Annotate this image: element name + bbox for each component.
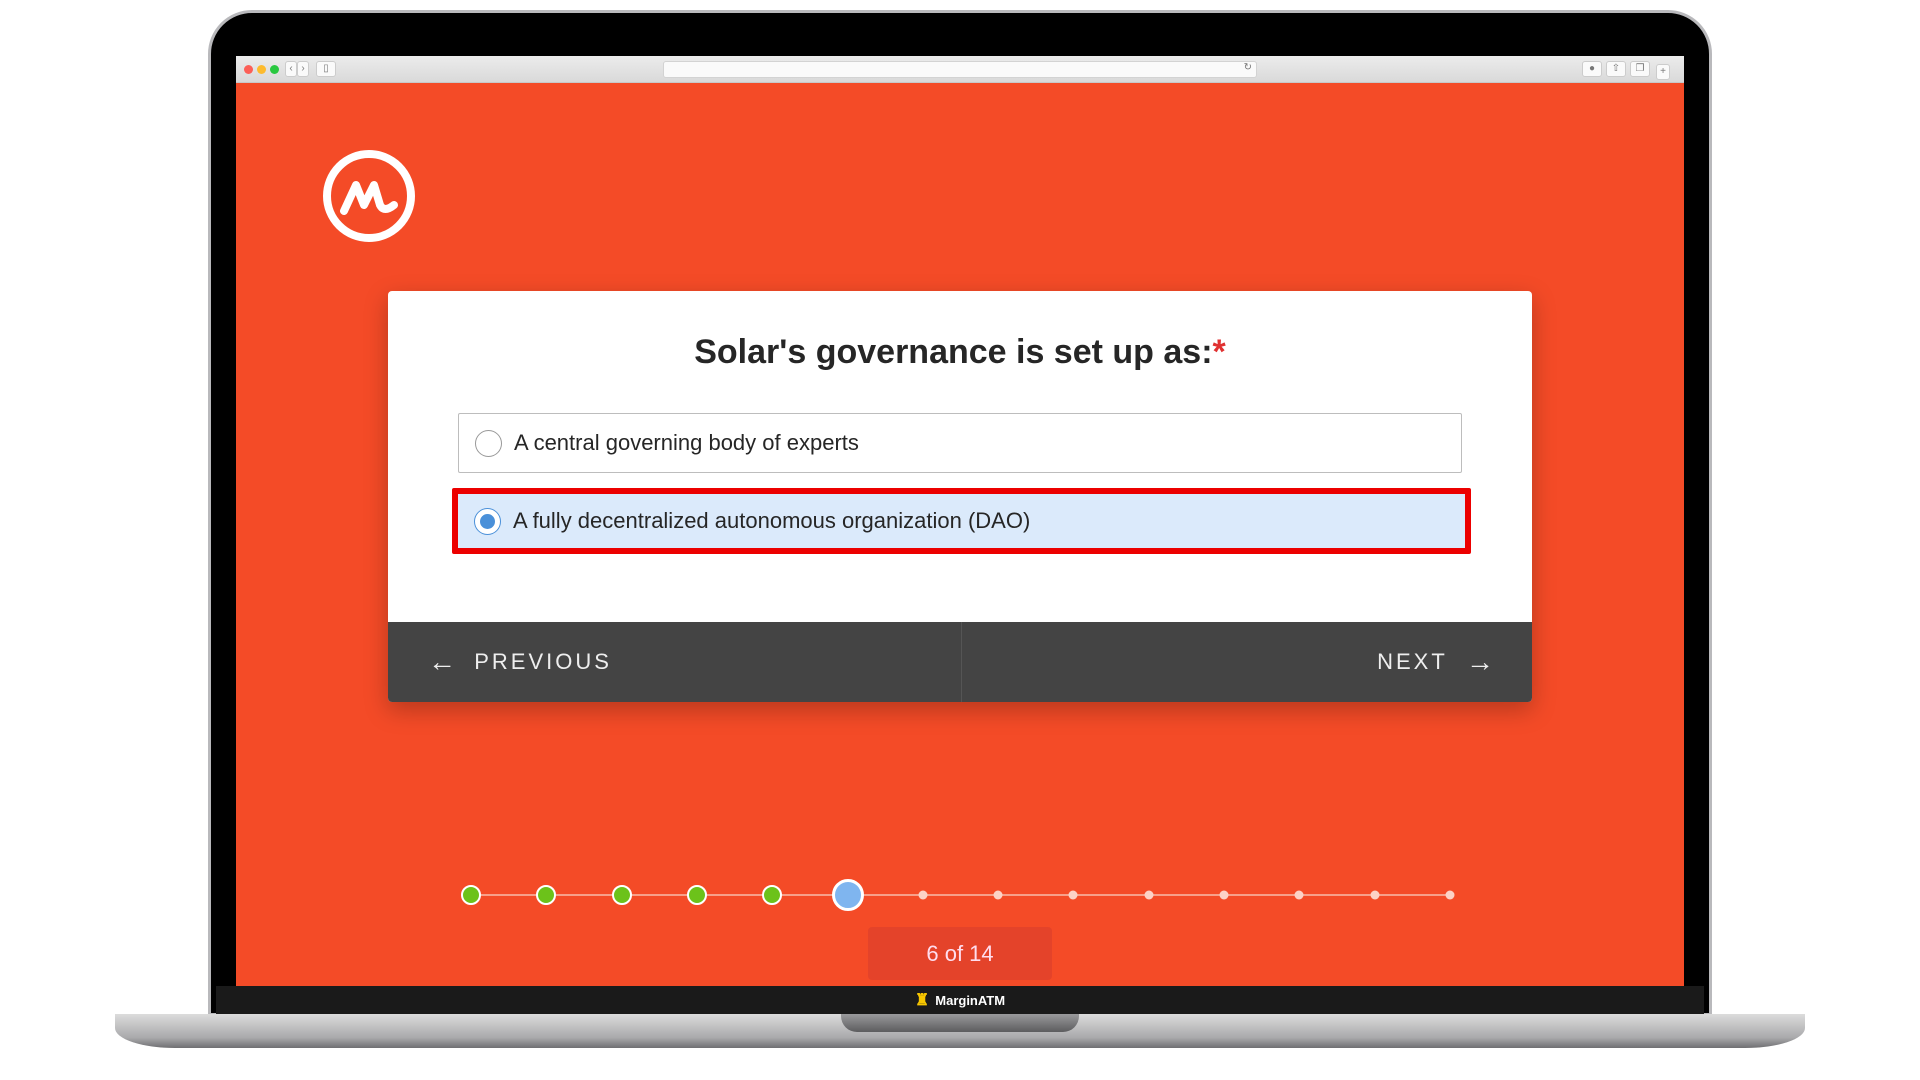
maximize-window-button[interactable] [270, 65, 279, 74]
previous-label: PREVIOUS [474, 649, 612, 674]
browser-toolbar: ‹ › ▯ ↻ ● ⇧ ❐ + [236, 56, 1684, 83]
card-footer: ← PREVIOUS NEXT → [388, 622, 1532, 702]
progress-step-completed[interactable] [461, 885, 481, 905]
radio-button-selected[interactable] [474, 507, 501, 535]
progress-step-pending[interactable] [993, 890, 1003, 900]
progress-step-current[interactable] [831, 879, 864, 911]
progress-step-completed[interactable] [762, 885, 783, 905]
laptop-notch [841, 1014, 1079, 1032]
progress-step-pending[interactable] [1294, 890, 1304, 900]
marginatm-icon: ♜ [914, 992, 930, 1009]
coinmarketcap-logo[interactable] [322, 149, 416, 243]
progress-step-completed[interactable] [611, 885, 632, 905]
previous-button[interactable]: ← PREVIOUS [388, 622, 962, 702]
new-tab-button[interactable]: + [1656, 64, 1670, 80]
option-label: A fully decentralized autonomous organiz… [513, 508, 1031, 533]
progress-counter: 6 of 14 [868, 927, 1052, 980]
progress-step-pending[interactable] [1370, 890, 1380, 900]
next-button[interactable]: NEXT → [962, 622, 1533, 702]
progress-step-pending[interactable] [918, 890, 928, 900]
forward-icon[interactable]: › [297, 61, 309, 77]
taskbar-label: MarginATM [935, 992, 1006, 1008]
tabs-icon[interactable]: ❐ [1630, 61, 1650, 77]
share-icon[interactable]: ⇧ [1606, 61, 1626, 77]
minimize-window-button[interactable] [257, 65, 266, 74]
arrow-left-icon: ← [428, 646, 456, 677]
arrow-right-icon: → [1466, 646, 1494, 677]
taskbar: ♜ MarginATM [216, 986, 1704, 1014]
required-mark: * [1212, 333, 1226, 371]
radio-button[interactable] [475, 429, 502, 457]
progress-step-completed[interactable] [686, 885, 707, 905]
close-window-button[interactable] [244, 65, 253, 74]
sidebar-icon[interactable]: ▯ [316, 61, 336, 77]
back-icon[interactable]: ‹ [285, 61, 297, 77]
progress-step-pending[interactable] [1068, 890, 1078, 900]
option-dao[interactable]: A fully decentralized autonomous organiz… [452, 488, 1471, 554]
browser-window: ‹ › ▯ ↻ ● ⇧ ❐ + Solar's governance is se… [236, 56, 1684, 986]
progress-step-completed[interactable] [536, 885, 557, 905]
question-title: Solar's governance is set up as:* [388, 333, 1532, 372]
download-icon[interactable]: ● [1582, 61, 1602, 77]
option-central-body[interactable]: A central governing body of experts [458, 413, 1462, 473]
progress-step-pending[interactable] [1219, 890, 1229, 900]
question-card: Solar's governance is set up as:* A cent… [388, 291, 1532, 702]
progress-step-pending[interactable] [1144, 890, 1154, 900]
address-bar[interactable]: ↻ [663, 61, 1257, 78]
next-label: NEXT [1377, 649, 1448, 674]
question-text: Solar's governance is set up as: [694, 333, 1213, 371]
reload-icon[interactable]: ↻ [1244, 62, 1252, 73]
option-label: A central governing body of experts [514, 430, 859, 455]
progress-step-pending[interactable] [1445, 890, 1455, 900]
